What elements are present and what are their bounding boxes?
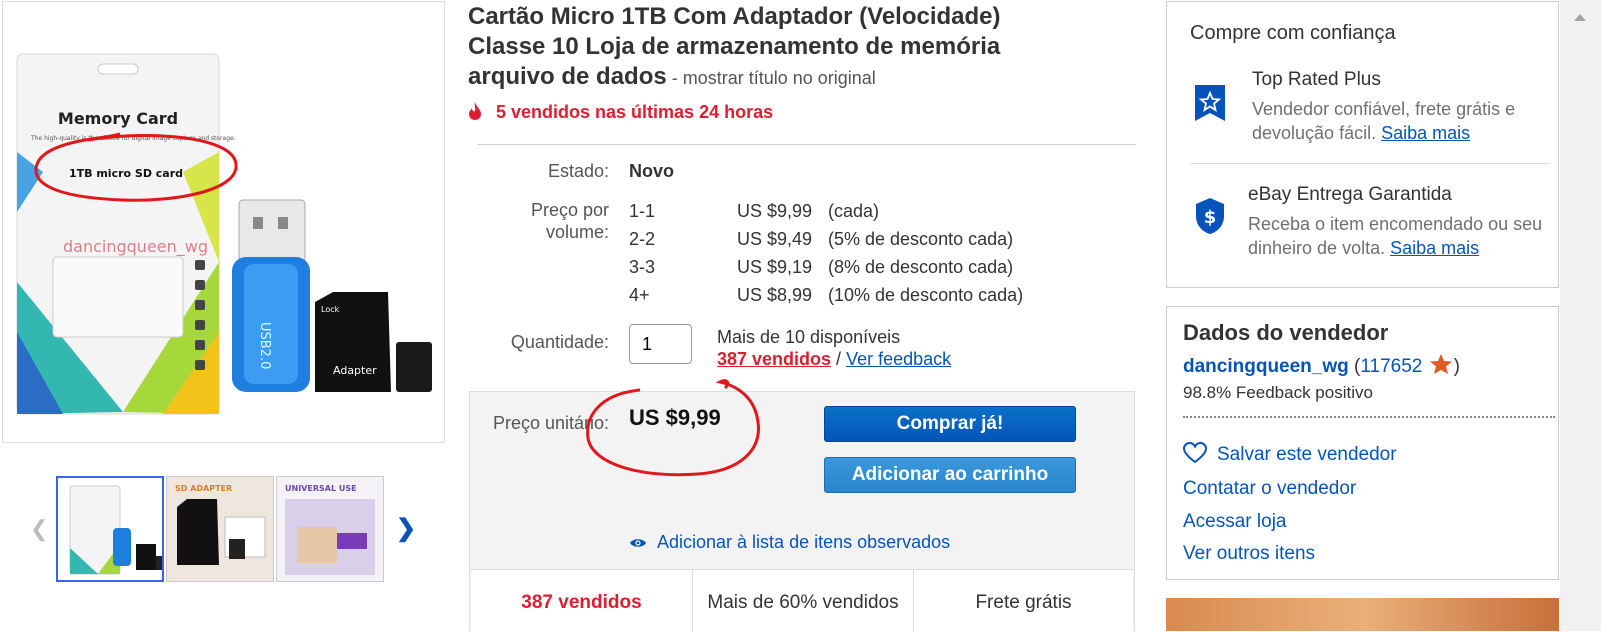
volume-row: 2-2 US $9,49 (5% de desconto cada) xyxy=(629,229,1129,257)
seller-score-link[interactable]: 117652 xyxy=(1360,356,1422,377)
guarantee-title: eBay Entrega Garantida xyxy=(1248,184,1452,205)
lock-label: Lock xyxy=(321,305,340,314)
usb-label: USB2.0 xyxy=(257,322,272,369)
quantity-label: Quantidade: xyxy=(510,332,609,352)
thumb-2-label: SD ADAPTER xyxy=(175,484,232,493)
thumb-3-label: UNIVERSAL USE xyxy=(285,484,357,493)
contact-seller-link[interactable]: Contatar o vendedor xyxy=(1183,478,1356,500)
hot-indicator: 5 vendidos nas últimas 24 horas xyxy=(468,102,773,123)
unit-price-label: Preço unitário: xyxy=(492,413,609,433)
seller-feedback: 98.8% Feedback positivo xyxy=(1183,383,1373,402)
unit-price-value: US $9,99 xyxy=(629,405,721,430)
seller-open-paren: ( xyxy=(1348,356,1361,377)
stat-free-shipping: Frete grátis xyxy=(913,570,1133,632)
volume-note: (8% de desconto cada) xyxy=(828,257,1014,277)
volume-price: US $8,99 xyxy=(737,285,813,305)
heart-icon xyxy=(1182,441,1208,464)
condition-value: Novo xyxy=(629,161,674,181)
volume-row: 1-1 US $9,99 (cada) xyxy=(629,201,1129,229)
quantity-available: Mais de 10 disponíveis xyxy=(717,327,901,347)
volume-pricing-label: Preço por volume: xyxy=(479,199,609,243)
thumbs-next-icon[interactable]: ❯ xyxy=(396,514,416,543)
volume-qty: 4+ xyxy=(629,285,650,305)
top-rated-desc: Vendedor confiável, frete grátis e devol… xyxy=(1252,97,1552,145)
stat-sold: 387 vendidos xyxy=(471,570,692,632)
pack-title-text: Memory Card xyxy=(58,109,178,128)
watchlist-text: Adicionar à lista de itens observados xyxy=(657,532,951,552)
eye-icon xyxy=(630,539,646,547)
trust-title: Compre com confiança xyxy=(1190,22,1396,44)
quantity-input[interactable] xyxy=(629,324,692,364)
sold-count-link[interactable]: 387 vendidos xyxy=(717,349,831,369)
view-feedback-link[interactable]: Ver feedback xyxy=(846,349,951,369)
top-rated-learn-more-link[interactable]: Saiba mais xyxy=(1381,123,1470,143)
pack-sd-label: 1TB micro SD card xyxy=(69,167,183,180)
volume-note: (5% de desconto cada) xyxy=(828,229,1014,249)
guarantee-shield-icon: $ xyxy=(1196,198,1224,234)
volume-qty: 3-3 xyxy=(629,257,656,277)
volume-row: 3-3 US $9,19 (8% de desconto cada) xyxy=(629,257,1129,285)
title-separator: - xyxy=(666,68,683,88)
svg-text:$: $ xyxy=(1204,207,1217,228)
volume-price: US $9,99 xyxy=(737,201,813,221)
adapter-label: Adapter xyxy=(333,364,377,377)
info-divider xyxy=(478,144,1136,145)
visit-store-link[interactable]: Acessar loja xyxy=(1183,511,1287,533)
condition-label: Estado: xyxy=(547,161,609,181)
quantity-links: 387 vendidos / Ver feedback xyxy=(717,349,951,370)
item-title: Cartão Micro 1TB Com Adaptador (Velocida… xyxy=(468,2,1068,93)
pack-small-text: The high-quality is the choice for digit… xyxy=(30,135,236,142)
save-seller-link[interactable]: Salvar este vendedor xyxy=(1182,441,1397,466)
thumb-1-photo xyxy=(69,485,162,575)
volume-price: US $9,49 xyxy=(737,229,813,249)
trust-divider xyxy=(1190,163,1550,164)
add-to-watchlist-link[interactable]: Adicionar à lista de itens observados xyxy=(629,532,950,553)
stats-row: 387 vendidos Mais de 60% vendidos Frete … xyxy=(471,569,1133,632)
buy-now-button[interactable]: Comprar já! xyxy=(824,406,1076,442)
scroll-up-icon[interactable] xyxy=(1574,14,1586,21)
save-seller-text: Salvar este vendedor xyxy=(1217,444,1397,465)
links-separator: / xyxy=(831,349,847,369)
thumb-2-photo: SD ADAPTER xyxy=(167,477,273,581)
guarantee-learn-more-link[interactable]: Saiba mais xyxy=(1390,238,1479,258)
seller-close-paren: ) xyxy=(1453,356,1460,377)
guarantee-desc: Receba o item encomendado ou seu dinheir… xyxy=(1248,212,1558,260)
volume-label-line2: volume: xyxy=(545,222,609,242)
add-to-cart-button[interactable]: Adicionar ao carrinho xyxy=(824,457,1076,493)
show-original-title-link[interactable]: mostrar título no original xyxy=(683,68,876,88)
volume-row: 4+ US $8,99 (10% de desconto cada) xyxy=(629,285,1129,313)
seller-star-icon xyxy=(1429,354,1452,374)
other-items-link[interactable]: Ver outros itens xyxy=(1183,543,1315,565)
volume-label-line1: Preço por xyxy=(530,200,609,220)
stat-sold-text: 387 vendidos xyxy=(521,592,642,613)
thumbnail-3[interactable]: UNIVERSAL USE xyxy=(276,476,384,582)
volume-price: US $9,19 xyxy=(737,257,813,277)
top-rated-badge-icon xyxy=(1195,85,1225,121)
stat-percent-sold: Mais de 60% vendidos xyxy=(692,570,913,632)
main-product-image[interactable]: Memory Card The high-quality is the choi… xyxy=(2,1,445,443)
scrollbar[interactable] xyxy=(1560,0,1601,631)
volume-qty: 2-2 xyxy=(629,229,656,249)
seller-heading: Dados do vendedor xyxy=(1183,320,1389,345)
top-rated-title: Top Rated Plus xyxy=(1252,69,1381,90)
seller-name-link[interactable]: dancingqueen_wg xyxy=(1183,356,1349,377)
thumbnail-1[interactable] xyxy=(56,476,164,582)
product-photo: Memory Card The high-quality is the choi… xyxy=(16,53,432,415)
stat-percent-text: Mais de 60% vendidos xyxy=(707,592,899,613)
stat-shipping-text: Frete grátis xyxy=(975,592,1072,613)
hot-text: 5 vendidos nas últimas 24 horas xyxy=(496,102,774,122)
volume-pricing-table: 1-1 US $9,99 (cada) 2-2 US $9,49 (5% de … xyxy=(629,201,1129,313)
volume-qty: 1-1 xyxy=(629,201,656,221)
volume-note: (cada) xyxy=(828,201,880,221)
thumbnail-2[interactable]: SD ADAPTER xyxy=(166,476,274,582)
watermark-text: dancingqueen_wg xyxy=(63,237,208,257)
thumb-3-photo: UNIVERSAL USE xyxy=(277,477,383,581)
thumbs-prev-icon[interactable]: ❮ xyxy=(30,516,48,542)
volume-note: (10% de desconto cada) xyxy=(828,285,1024,305)
seller-dotted-divider xyxy=(1183,416,1555,418)
seller-name-row: dancingqueen_wg (117652 ) xyxy=(1183,353,1460,378)
flame-icon xyxy=(469,102,481,120)
promo-banner-image[interactable] xyxy=(1166,598,1559,631)
